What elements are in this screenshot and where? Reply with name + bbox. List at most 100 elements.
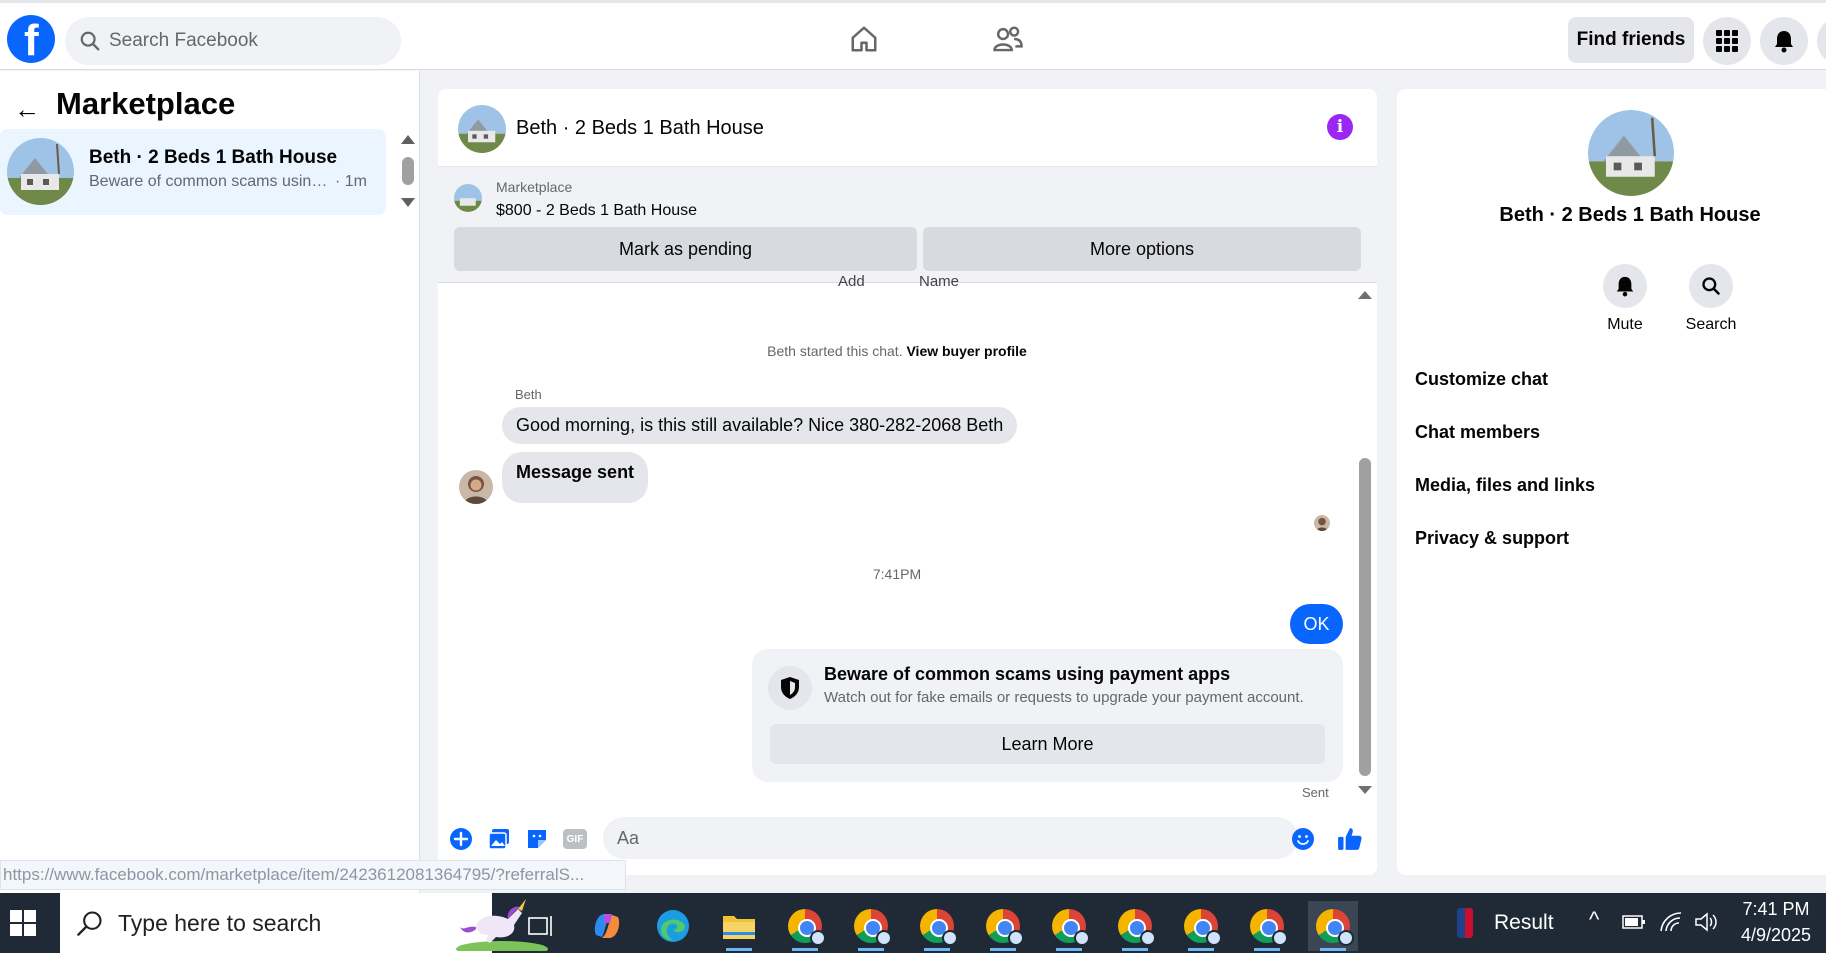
photo-gallery-icon[interactable] bbox=[486, 826, 512, 852]
mute-label: Mute bbox=[1607, 316, 1643, 333]
house-thumbnail bbox=[7, 138, 74, 205]
chrome-window-icon[interactable] bbox=[912, 901, 962, 951]
facebook-search[interactable] bbox=[65, 17, 401, 65]
scroll-up-arrow[interactable] bbox=[401, 135, 415, 144]
media-files-links-item[interactable]: Media, files and links bbox=[1415, 475, 1595, 496]
search-input[interactable] bbox=[109, 17, 389, 65]
friends-icon[interactable] bbox=[986, 19, 1030, 59]
chat-members-item[interactable]: Chat members bbox=[1415, 422, 1540, 443]
chrome-window-icon-active[interactable] bbox=[1308, 901, 1358, 951]
scam-warning-body: Watch out for fake emails or requests to… bbox=[824, 689, 1304, 706]
conversation-time: · 1m bbox=[335, 173, 367, 190]
name-label[interactable]: Name bbox=[919, 273, 959, 290]
task-view-icon[interactable] bbox=[515, 901, 565, 951]
listing-thumbnail bbox=[454, 184, 482, 212]
search-icon bbox=[77, 911, 102, 936]
scam-warning-heading: Beware of common scams using payment app… bbox=[824, 664, 1231, 684]
page-title: Marketplace bbox=[56, 86, 236, 121]
active-indicator bbox=[726, 948, 752, 951]
house-thumbnail bbox=[1588, 110, 1674, 196]
outgoing-message[interactable]: OK bbox=[1290, 604, 1343, 644]
nba-logo-icon[interactable] bbox=[1457, 908, 1473, 938]
facebook-logo[interactable]: f bbox=[7, 15, 55, 65]
chat-window: Beth · 2 Beds 1 Bath House i Marketplace… bbox=[438, 89, 1377, 875]
chrome-window-icon[interactable] bbox=[1242, 901, 1292, 951]
listing-banner: Marketplace $800 - 2 Beds 1 Bath House M… bbox=[438, 167, 1377, 283]
message-timestamp: 7:41PM bbox=[872, 566, 922, 582]
edge-browser-icon[interactable] bbox=[648, 901, 698, 951]
chrome-window-icon[interactable] bbox=[1176, 901, 1226, 951]
chat-start-notice: Beth started this chat. View buyer profi… bbox=[767, 343, 1027, 359]
bell-icon bbox=[1603, 264, 1647, 308]
chat-title[interactable]: Beth · 2 Beds 1 Bath House bbox=[516, 117, 764, 140]
conversation-preview: Beware of common scams using ... bbox=[89, 173, 329, 190]
top-navigation-bar: f Find friends bbox=[0, 0, 1826, 70]
find-friends-button[interactable]: Find friends bbox=[1568, 17, 1694, 63]
mark-as-pending-button[interactable]: Mark as pending bbox=[454, 227, 917, 271]
thumbs-up-icon[interactable] bbox=[1337, 826, 1363, 852]
link-preview-status-bar: https://www.facebook.com/marketplace/ite… bbox=[0, 860, 626, 890]
incoming-message[interactable]: Good morning, is this still available? N… bbox=[502, 407, 1018, 444]
battery-icon[interactable] bbox=[1622, 914, 1646, 935]
view-buyer-profile-link[interactable]: View buyer profile bbox=[906, 343, 1026, 359]
house-thumbnail[interactable] bbox=[458, 105, 506, 153]
seen-indicator-avatar bbox=[1314, 515, 1330, 531]
scrollbar-thumb[interactable] bbox=[1359, 458, 1371, 776]
emoji-icon[interactable] bbox=[1290, 826, 1316, 852]
profile-avatar[interactable] bbox=[1817, 17, 1826, 65]
chrome-window-icon[interactable] bbox=[1044, 901, 1094, 951]
sender-name: Beth bbox=[515, 387, 542, 402]
chat-header: Beth · 2 Beds 1 Bath House i bbox=[438, 89, 1377, 167]
scroll-down-arrow[interactable] bbox=[401, 198, 415, 207]
back-arrow-icon[interactable]: ← bbox=[14, 94, 40, 125]
add-contact-label[interactable]: Add bbox=[838, 273, 865, 290]
windows-taskbar: Result ^ 7:41 PM 4/9/2025 bbox=[0, 893, 1826, 953]
incoming-message[interactable]: Message sent bbox=[502, 452, 649, 503]
notifications-bell-icon[interactable] bbox=[1760, 17, 1808, 65]
scam-warning-card: Beware of common scams using payment app… bbox=[752, 649, 1343, 782]
mute-button[interactable]: Mute bbox=[1585, 264, 1665, 334]
gif-icon[interactable]: GIF bbox=[562, 826, 588, 852]
chevron-up-icon[interactable]: ^ bbox=[1589, 907, 1599, 933]
sticker-icon[interactable] bbox=[524, 826, 550, 852]
scroll-up-arrow[interactable] bbox=[1358, 291, 1372, 299]
search-icon bbox=[1689, 264, 1733, 308]
taskbar-search-input[interactable] bbox=[118, 893, 438, 953]
scrollbar-thumb[interactable] bbox=[402, 157, 414, 185]
shield-icon bbox=[768, 666, 812, 710]
learn-more-button[interactable]: Learn More bbox=[770, 724, 1325, 764]
privacy-support-item[interactable]: Privacy & support bbox=[1415, 528, 1569, 549]
chrome-window-icon[interactable] bbox=[846, 901, 896, 951]
taskbar-search[interactable] bbox=[60, 893, 548, 953]
menu-grid-icon[interactable] bbox=[1703, 17, 1751, 65]
chat-info-title: Beth · 2 Beds 1 Bath House bbox=[1499, 204, 1761, 226]
customize-chat-item[interactable]: Customize chat bbox=[1415, 369, 1548, 390]
message-input[interactable] bbox=[617, 817, 1217, 859]
conversation-name: Beth · 2 Beds 1 Bath House bbox=[89, 147, 338, 168]
chrome-window-icon[interactable] bbox=[1110, 901, 1160, 951]
search-label: Search bbox=[1685, 316, 1737, 333]
sender-avatar[interactable] bbox=[459, 470, 493, 504]
clock-time[interactable]: 7:41 PM bbox=[1740, 899, 1812, 920]
sent-status: Sent bbox=[1302, 785, 1329, 800]
wifi-icon[interactable] bbox=[1659, 911, 1683, 938]
clock-date[interactable]: 4/9/2025 bbox=[1736, 925, 1816, 946]
scroll-down-arrow[interactable] bbox=[1358, 786, 1372, 794]
copilot-icon[interactable] bbox=[582, 901, 632, 951]
info-icon[interactable]: i bbox=[1327, 114, 1353, 140]
file-explorer-icon[interactable] bbox=[714, 901, 764, 951]
marketplace-inbox-panel: ← Marketplace Beth · 2 Beds 1 Bath House… bbox=[0, 71, 420, 893]
volume-icon[interactable] bbox=[1694, 911, 1718, 938]
search-in-chat-button[interactable]: Search bbox=[1671, 264, 1751, 334]
chrome-window-icon[interactable] bbox=[780, 901, 830, 951]
listing-source: Marketplace bbox=[496, 179, 573, 195]
plus-circle-icon[interactable] bbox=[448, 826, 474, 852]
listing-price-title[interactable]: $800 - 2 Beds 1 Bath House bbox=[496, 202, 697, 220]
home-icon[interactable] bbox=[842, 19, 886, 59]
news-widget-label[interactable]: Result bbox=[1494, 911, 1554, 935]
message-composer[interactable] bbox=[603, 817, 1298, 859]
chrome-window-icon[interactable] bbox=[978, 901, 1028, 951]
windows-start-icon[interactable] bbox=[10, 910, 36, 936]
more-options-button[interactable]: More options bbox=[923, 227, 1361, 271]
conversation-list-item[interactable]: Beth · 2 Beds 1 Bath House Beware of com… bbox=[0, 129, 386, 215]
